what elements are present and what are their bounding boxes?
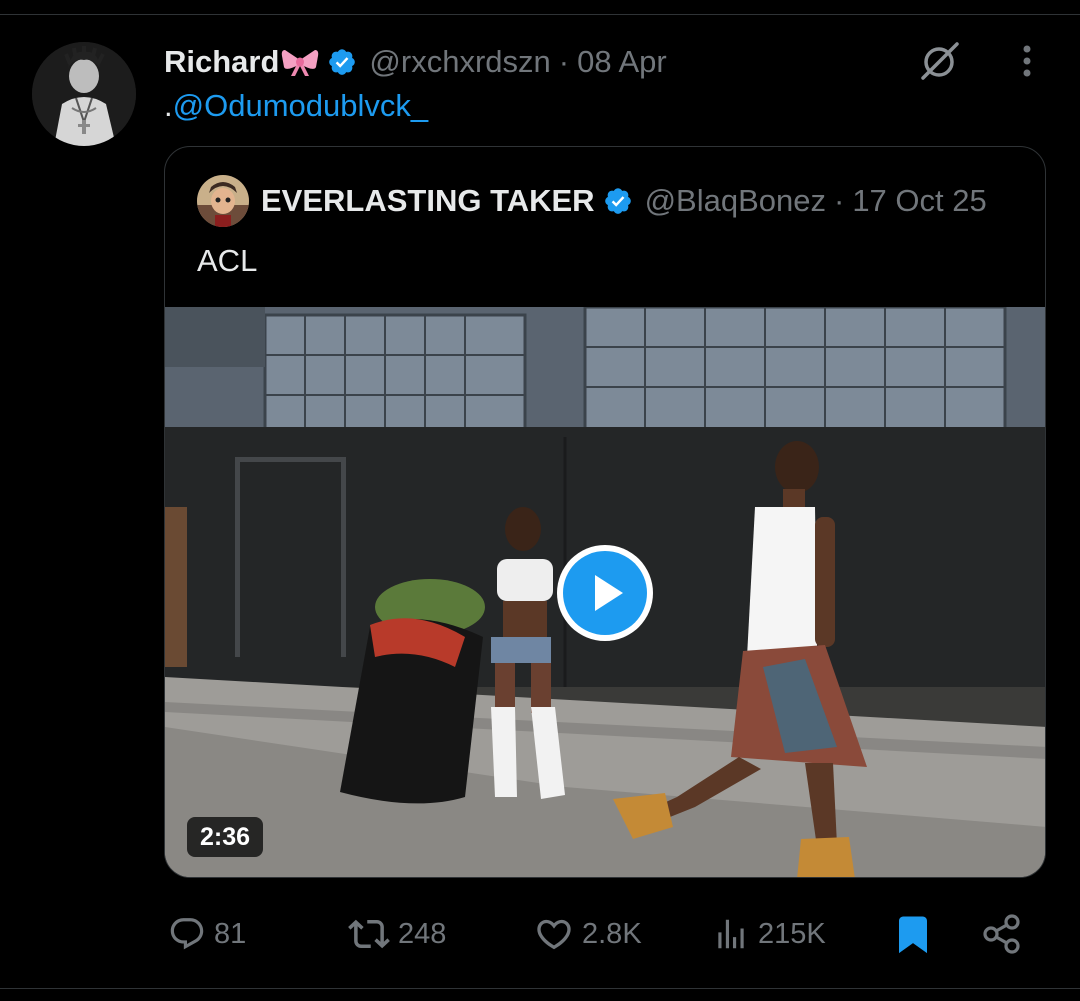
- more-options-button[interactable]: [1004, 38, 1050, 84]
- bottom-divider: [0, 988, 1080, 989]
- separator-dot: ·: [558, 44, 570, 79]
- reply-icon: [170, 918, 204, 950]
- quoted-author-name[interactable]: EVERLASTING TAKER: [261, 183, 595, 219]
- video-duration: 2:36: [187, 817, 263, 857]
- play-button[interactable]: [555, 543, 655, 643]
- tweet-date[interactable]: 08 Apr: [577, 44, 667, 80]
- quoted-tweet-text: ACL: [197, 243, 258, 278]
- grok-button[interactable]: [912, 34, 966, 88]
- quoted-tweet-card[interactable]: EVERLASTING TAKER @BlaqBonez · 17 Oct 25…: [164, 146, 1046, 878]
- quoted-tweet-header: EVERLASTING TAKER @BlaqBonez · 17 Oct 25: [261, 181, 987, 221]
- heart-icon: [537, 919, 571, 950]
- mention-link[interactable]: @Odumodublvck_: [173, 88, 428, 123]
- like-button[interactable]: 2.8K: [534, 904, 642, 964]
- tweet-action-bar: 81 248 2.8K 215K: [0, 904, 1080, 964]
- share-icon: [983, 914, 1020, 954]
- repost-icon: [348, 919, 390, 949]
- author-handle[interactable]: @rxchxrdszn: [369, 44, 550, 80]
- repost-count: 248: [398, 917, 447, 950]
- views-icon: [718, 919, 744, 949]
- tweet-header: Richard @rxchxrdszn · 08 Apr: [164, 40, 667, 84]
- top-divider: [0, 14, 1080, 15]
- quoted-avatar-image: [197, 175, 249, 227]
- tweet-text-prefix: .: [164, 88, 173, 123]
- bookmark-button[interactable]: [892, 904, 934, 964]
- more-options-icon: [1023, 45, 1031, 77]
- quoted-verified-badge-icon: [604, 188, 631, 214]
- author-avatar-image: [32, 42, 136, 146]
- quoted-author-handle[interactable]: @BlaqBonez: [645, 183, 826, 219]
- tweet-text: .@Odumodublvck_: [164, 88, 428, 124]
- bookmark-icon: [899, 916, 927, 954]
- ribbon-bow-icon: [282, 50, 319, 76]
- reply-button[interactable]: 81: [168, 904, 246, 964]
- video-player[interactable]: 2:36: [165, 307, 1045, 877]
- like-count: 2.8K: [582, 917, 642, 950]
- author-name[interactable]: Richard: [164, 44, 279, 80]
- views-button[interactable]: 215K: [712, 904, 826, 964]
- verified-badge-icon: [329, 49, 356, 75]
- author-avatar[interactable]: [32, 42, 136, 146]
- views-count: 215K: [758, 917, 826, 950]
- repost-button[interactable]: 248: [348, 904, 446, 964]
- share-button[interactable]: [980, 904, 1024, 964]
- grok-icon: [921, 42, 959, 80]
- reply-count: 81: [214, 917, 247, 950]
- quoted-tweet-date[interactable]: 17 Oct 25: [852, 183, 986, 219]
- quoted-separator-dot: ·: [833, 183, 845, 218]
- quoted-author-avatar[interactable]: [197, 175, 249, 227]
